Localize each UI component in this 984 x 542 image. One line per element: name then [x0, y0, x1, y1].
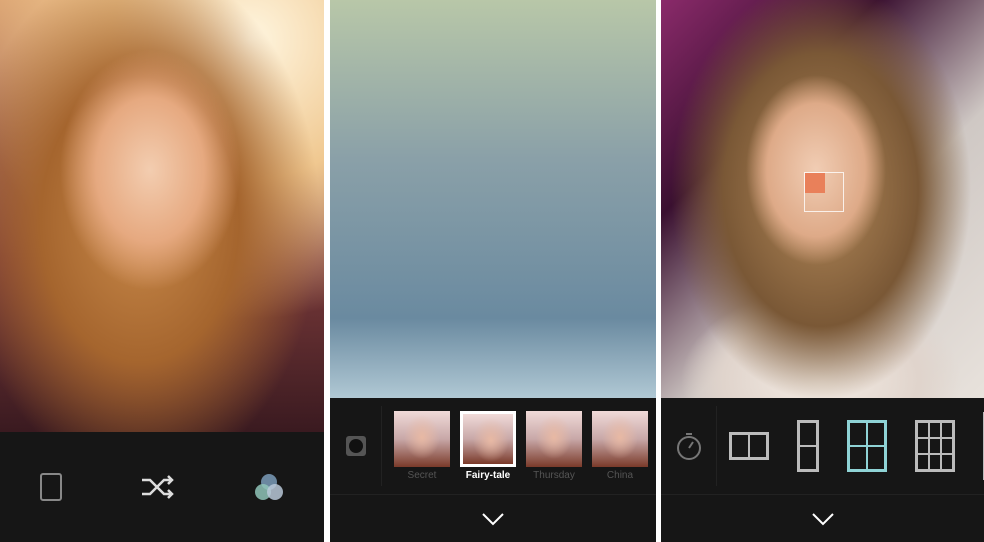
- camera-preview[interactable]: [330, 0, 656, 398]
- filter-thumbnail: [394, 411, 450, 467]
- phone-frame-icon[interactable]: [39, 472, 63, 502]
- vignette-icon[interactable]: [345, 435, 367, 457]
- filter-label: China: [606, 470, 634, 481]
- filter-thumbnail: [592, 411, 648, 467]
- layout-2-horizontal[interactable]: [729, 432, 769, 460]
- collapse-button[interactable]: [330, 495, 656, 542]
- collapse-button[interactable]: [661, 495, 984, 542]
- filter-thumbnail: [460, 411, 516, 467]
- camera-toolbar: [0, 432, 324, 542]
- chevron-down-icon: [811, 512, 834, 525]
- filter-label: Secret: [407, 470, 437, 481]
- layout-2-vertical[interactable]: [797, 420, 819, 472]
- camera-screen: [0, 0, 324, 542]
- color-circles-icon[interactable]: [253, 472, 285, 502]
- filter-thumbnail: [526, 411, 582, 467]
- filter-strip: Secret Fairy-tale Thursday China: [330, 398, 656, 495]
- focus-indicator: [804, 172, 844, 212]
- shuffle-icon[interactable]: [140, 474, 176, 500]
- timer-icon[interactable]: [675, 431, 703, 461]
- filter-secret[interactable]: Secret: [394, 411, 450, 481]
- filter-label: Thursday: [533, 470, 575, 481]
- filter-thursday[interactable]: Thursday: [526, 411, 582, 481]
- layout-3x3[interactable]: [915, 420, 955, 472]
- filter-label: Fairy-tale: [465, 470, 511, 481]
- collage-screen: [661, 0, 984, 542]
- filter-fairy-tale[interactable]: Fairy-tale: [460, 411, 516, 481]
- chevron-down-icon: [482, 512, 504, 525]
- layout-2x2[interactable]: [847, 420, 887, 472]
- camera-preview[interactable]: [0, 0, 324, 432]
- camera-preview[interactable]: [661, 0, 984, 398]
- collage-layout-strip: [661, 398, 984, 495]
- filter-screen: Secret Fairy-tale Thursday China: [330, 0, 656, 542]
- filter-china[interactable]: China: [592, 411, 648, 481]
